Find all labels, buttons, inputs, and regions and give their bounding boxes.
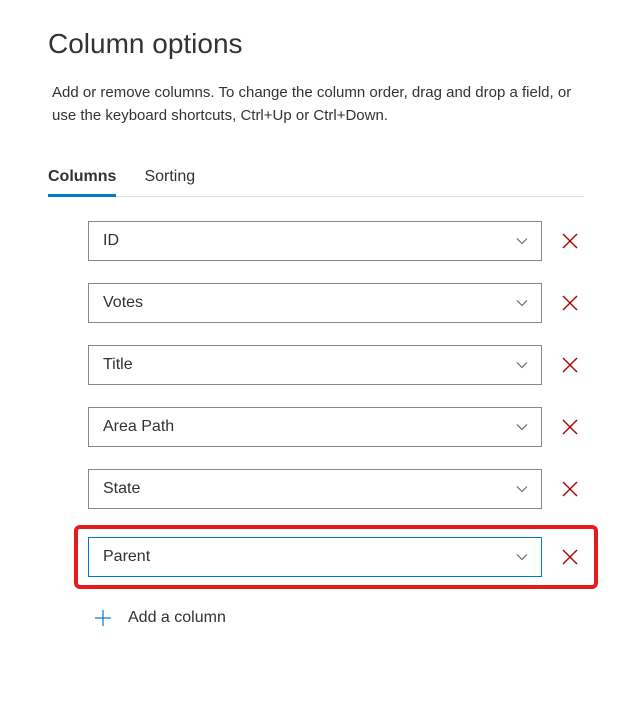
column-select-parent[interactable]: Parent — [88, 537, 542, 577]
remove-column-button[interactable] — [556, 227, 584, 255]
page-title: Column options — [48, 28, 584, 60]
remove-column-button[interactable] — [556, 413, 584, 441]
chevron-down-icon — [515, 550, 529, 564]
remove-column-button[interactable] — [556, 543, 584, 571]
remove-column-button[interactable] — [556, 475, 584, 503]
column-label: Parent — [103, 548, 150, 566]
column-select-area-path[interactable]: Area Path — [88, 407, 542, 447]
page-description: Add or remove columns. To change the col… — [48, 82, 584, 127]
column-row: Title — [88, 345, 584, 385]
remove-column-button[interactable] — [556, 351, 584, 379]
column-select-title[interactable]: Title — [88, 345, 542, 385]
tab-sorting[interactable]: Sorting — [144, 160, 195, 197]
column-row: Area Path — [88, 407, 584, 447]
tabs-container: Columns Sorting — [48, 159, 584, 197]
tab-columns[interactable]: Columns — [48, 160, 116, 197]
add-column-label: Add a column — [128, 609, 226, 627]
column-row: Votes — [88, 283, 584, 323]
tab-sorting-label: Sorting — [144, 168, 195, 185]
chevron-down-icon — [515, 234, 529, 248]
plus-icon — [92, 607, 114, 629]
chevron-down-icon — [515, 296, 529, 310]
add-column-button[interactable]: Add a column — [88, 607, 584, 629]
column-label: Area Path — [103, 418, 174, 436]
chevron-down-icon — [515, 482, 529, 496]
column-label: State — [103, 480, 140, 498]
column-label: Votes — [103, 294, 143, 312]
column-row: Parent — [88, 537, 584, 577]
column-select-state[interactable]: State — [88, 469, 542, 509]
column-label: ID — [103, 232, 119, 250]
chevron-down-icon — [515, 358, 529, 372]
highlighted-row-wrapper: Parent — [74, 525, 598, 589]
column-select-votes[interactable]: Votes — [88, 283, 542, 323]
column-list: ID Votes Title — [48, 221, 584, 629]
column-row: State — [88, 469, 584, 509]
tab-columns-label: Columns — [48, 168, 116, 185]
column-select-id[interactable]: ID — [88, 221, 542, 261]
remove-column-button[interactable] — [556, 289, 584, 317]
column-row: ID — [88, 221, 584, 261]
column-label: Title — [103, 356, 133, 374]
chevron-down-icon — [515, 420, 529, 434]
